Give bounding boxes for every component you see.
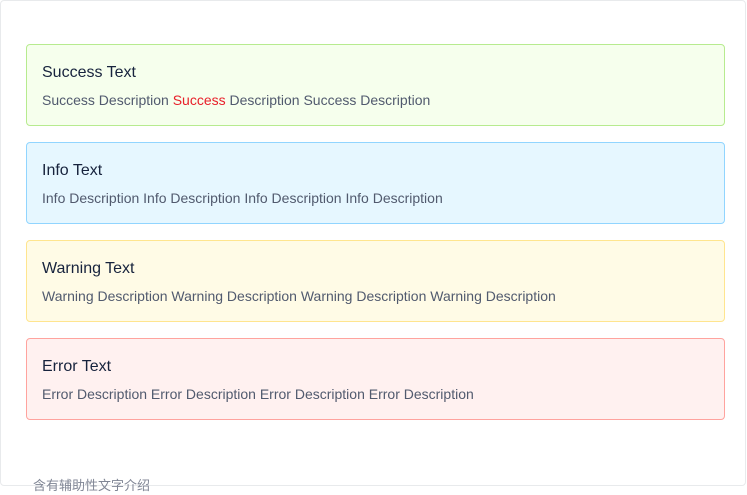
info-alert: Info Text Info Description Info Descript… <box>26 142 725 224</box>
success-alert: Success Text Success Description Success… <box>26 44 725 126</box>
alert-description: Success Description Success Description … <box>42 91 430 109</box>
alert-title: Warning Text <box>42 260 135 277</box>
alert-title: Success Text <box>42 64 136 81</box>
alert-description: Error Description Error Description Erro… <box>42 386 474 402</box>
demo-card: Success Text Success Description Success… <box>0 0 746 493</box>
alert-description: Info Description Info Description Info D… <box>42 190 443 206</box>
desc-text: Success Description <box>42 92 173 108</box>
warning-alert: Warning Text Warning Description Warning… <box>26 240 725 322</box>
desc-text: Description Success Description <box>225 92 431 108</box>
section-caption: 含有辅助性文字介绍 <box>33 478 151 493</box>
alert-title: Info Text <box>42 162 103 179</box>
alert-title: Error Text <box>42 358 112 375</box>
highlight-text: Success <box>172 92 226 108</box>
alert-description: Warning Description Warning Description … <box>42 288 556 304</box>
error-alert: Error Text Error Description Error Descr… <box>26 338 725 420</box>
